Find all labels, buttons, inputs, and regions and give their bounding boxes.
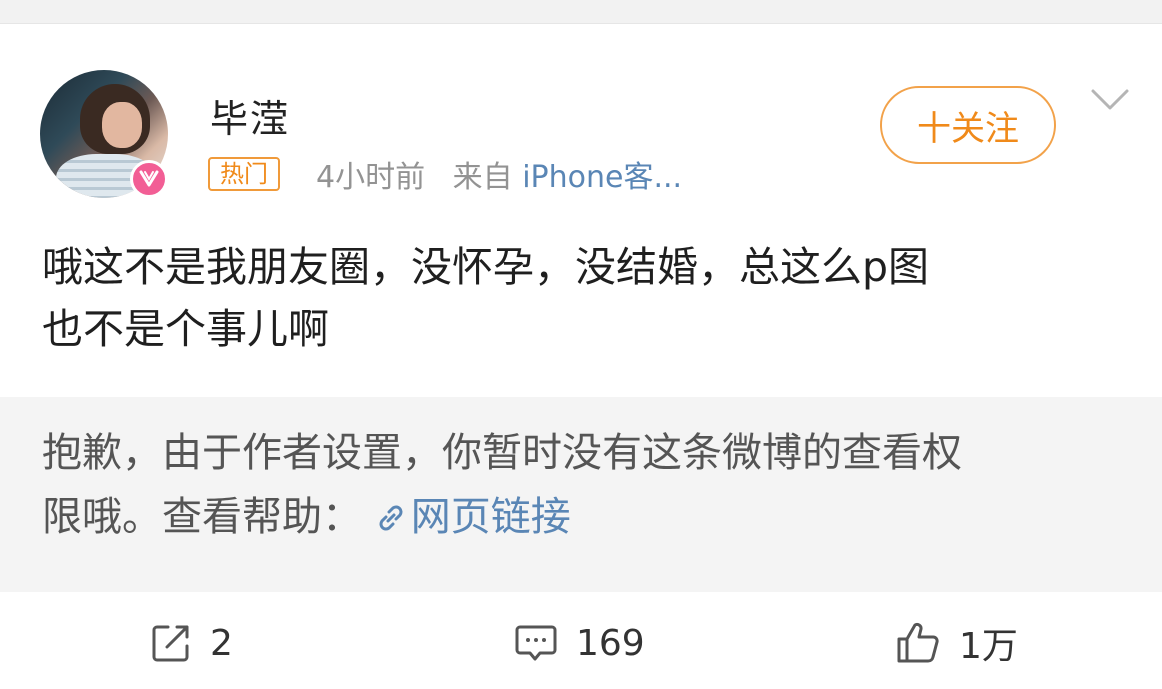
web-link-label: 网页链接 [410, 494, 571, 540]
post-content: 哦这不是我朋友圈，没怀孕，没结婚，总这么p图 也不是个事儿啊 [42, 236, 1132, 360]
post-source[interactable]: iPhone客... [522, 160, 682, 195]
repost-button[interactable]: 2 [150, 618, 233, 668]
thumbs-up-icon [897, 622, 939, 663]
share-icon [152, 625, 189, 662]
like-count: 1万 [959, 626, 1018, 667]
comment-count: 169 [576, 622, 645, 664]
chevron-down-icon[interactable] [1090, 86, 1130, 114]
hot-tag: 热门 [208, 157, 280, 191]
comment-icon [515, 625, 557, 661]
post-text-line: 也不是个事儿啊 [42, 305, 329, 353]
source-prefix: 来自 [452, 160, 513, 195]
notice-help-prefix: 限哦。查看帮助： [42, 494, 362, 540]
like-button[interactable]: 1万 [895, 618, 1018, 668]
notice-line: 限哦。查看帮助： 网页链接 [42, 485, 1122, 549]
follow-button[interactable]: 十关注 [880, 86, 1056, 164]
restricted-notice: 抱歉，由于作者设置，你暂时没有这条微博的查看权 限哦。查看帮助： 网页链接 [0, 397, 1162, 592]
action-bar: 2 169 1万 [0, 600, 1162, 689]
comment-button[interactable]: 169 [514, 618, 645, 668]
link-icon [379, 505, 403, 531]
username[interactable]: 毕滢 [210, 88, 290, 143]
post-text-line: 哦这不是我朋友圈，没怀孕，没结婚，总这么p图 [42, 243, 930, 291]
notice-line: 抱歉，由于作者设置，你暂时没有这条微博的查看权 [42, 430, 962, 476]
top-separator [0, 0, 1162, 24]
post-meta: 4小时前 来自 iPhone客... [316, 152, 682, 196]
post-time: 4小时前 [316, 160, 426, 195]
vip-badge-icon [130, 160, 168, 198]
web-link[interactable]: 网页链接 [375, 494, 571, 540]
repost-count: 2 [210, 622, 233, 664]
